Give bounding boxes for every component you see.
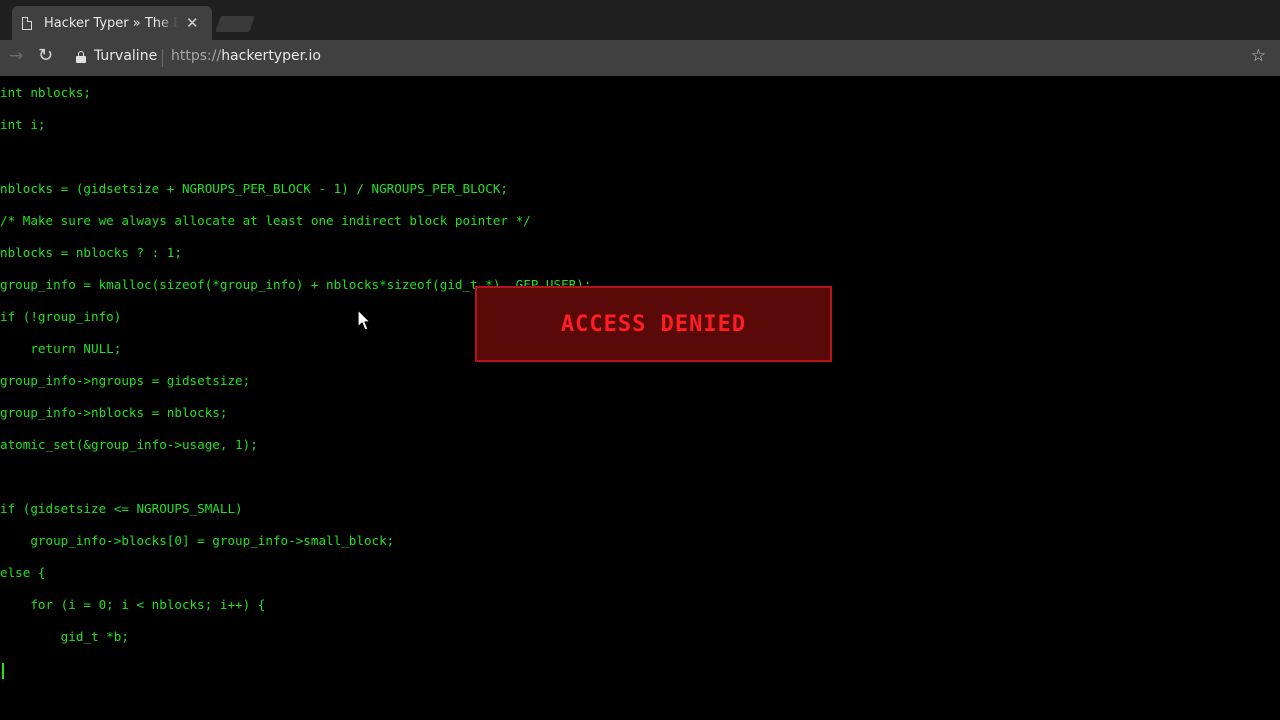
url-divider xyxy=(162,49,163,67)
code-line: int i; xyxy=(0,117,46,132)
new-tab-button[interactable] xyxy=(215,16,255,32)
tab-title: Hacker Typer » The Best xyxy=(44,15,178,31)
code-line: for (i = 0; i < nblocks; i++) { xyxy=(0,597,266,612)
code-line: group_info->blocks[0] = group_info->smal… xyxy=(0,533,395,548)
code-line: group_info->ngroups = gidsetsize; xyxy=(0,373,251,388)
access-denied-alert: ACCESS DENIED xyxy=(475,286,832,362)
code-line: else { xyxy=(0,565,46,580)
alert-message: ACCESS DENIED xyxy=(560,311,747,337)
address-bar[interactable]: https://hackertyper.io xyxy=(171,48,321,64)
code-line: nblocks = nblocks ? : 1; xyxy=(0,245,182,260)
code-line: if (!group_info) xyxy=(0,309,122,324)
star-icon[interactable]: ☆ xyxy=(1251,46,1266,66)
reload-icon[interactable]: ↻ xyxy=(38,45,53,66)
browser-toolbar: → ↻ Turvaline https://hackertyper.io ☆ xyxy=(0,40,1280,76)
url-scheme: https:// xyxy=(171,48,222,64)
code-terminal[interactable]: int nblocks; int i; nblocks = (gidsetsiz… xyxy=(0,76,1280,720)
code-line: atomic_set(&group_info->usage, 1); xyxy=(0,437,258,452)
code-line: gid_t *b; xyxy=(0,629,129,644)
code-line: return NULL; xyxy=(0,341,122,356)
code-line: /* Make sure we always allocate at least… xyxy=(0,213,531,228)
arrow-right-icon[interactable]: → xyxy=(9,46,23,66)
text-caret xyxy=(2,663,4,679)
lock-icon[interactable] xyxy=(76,51,86,63)
code-line: int nblocks; xyxy=(0,85,91,100)
site-identity-label[interactable]: Turvaline xyxy=(94,48,157,64)
url-host: hackertyper.io xyxy=(221,48,321,64)
close-icon[interactable]: ✕ xyxy=(186,15,199,31)
code-line: nblocks = (gidsetsize + NGROUPS_PER_BLOC… xyxy=(0,181,508,196)
mouse-pointer-icon xyxy=(357,309,371,331)
code-line: group_info->nblocks = nblocks; xyxy=(0,405,228,420)
browser-tab[interactable]: Hacker Typer » The Best ✕ xyxy=(12,6,212,40)
code-line: if (gidsetsize <= NGROUPS_SMALL) xyxy=(0,501,243,516)
page-icon xyxy=(22,16,32,30)
tab-strip: Hacker Typer » The Best ✕ xyxy=(0,0,1280,40)
